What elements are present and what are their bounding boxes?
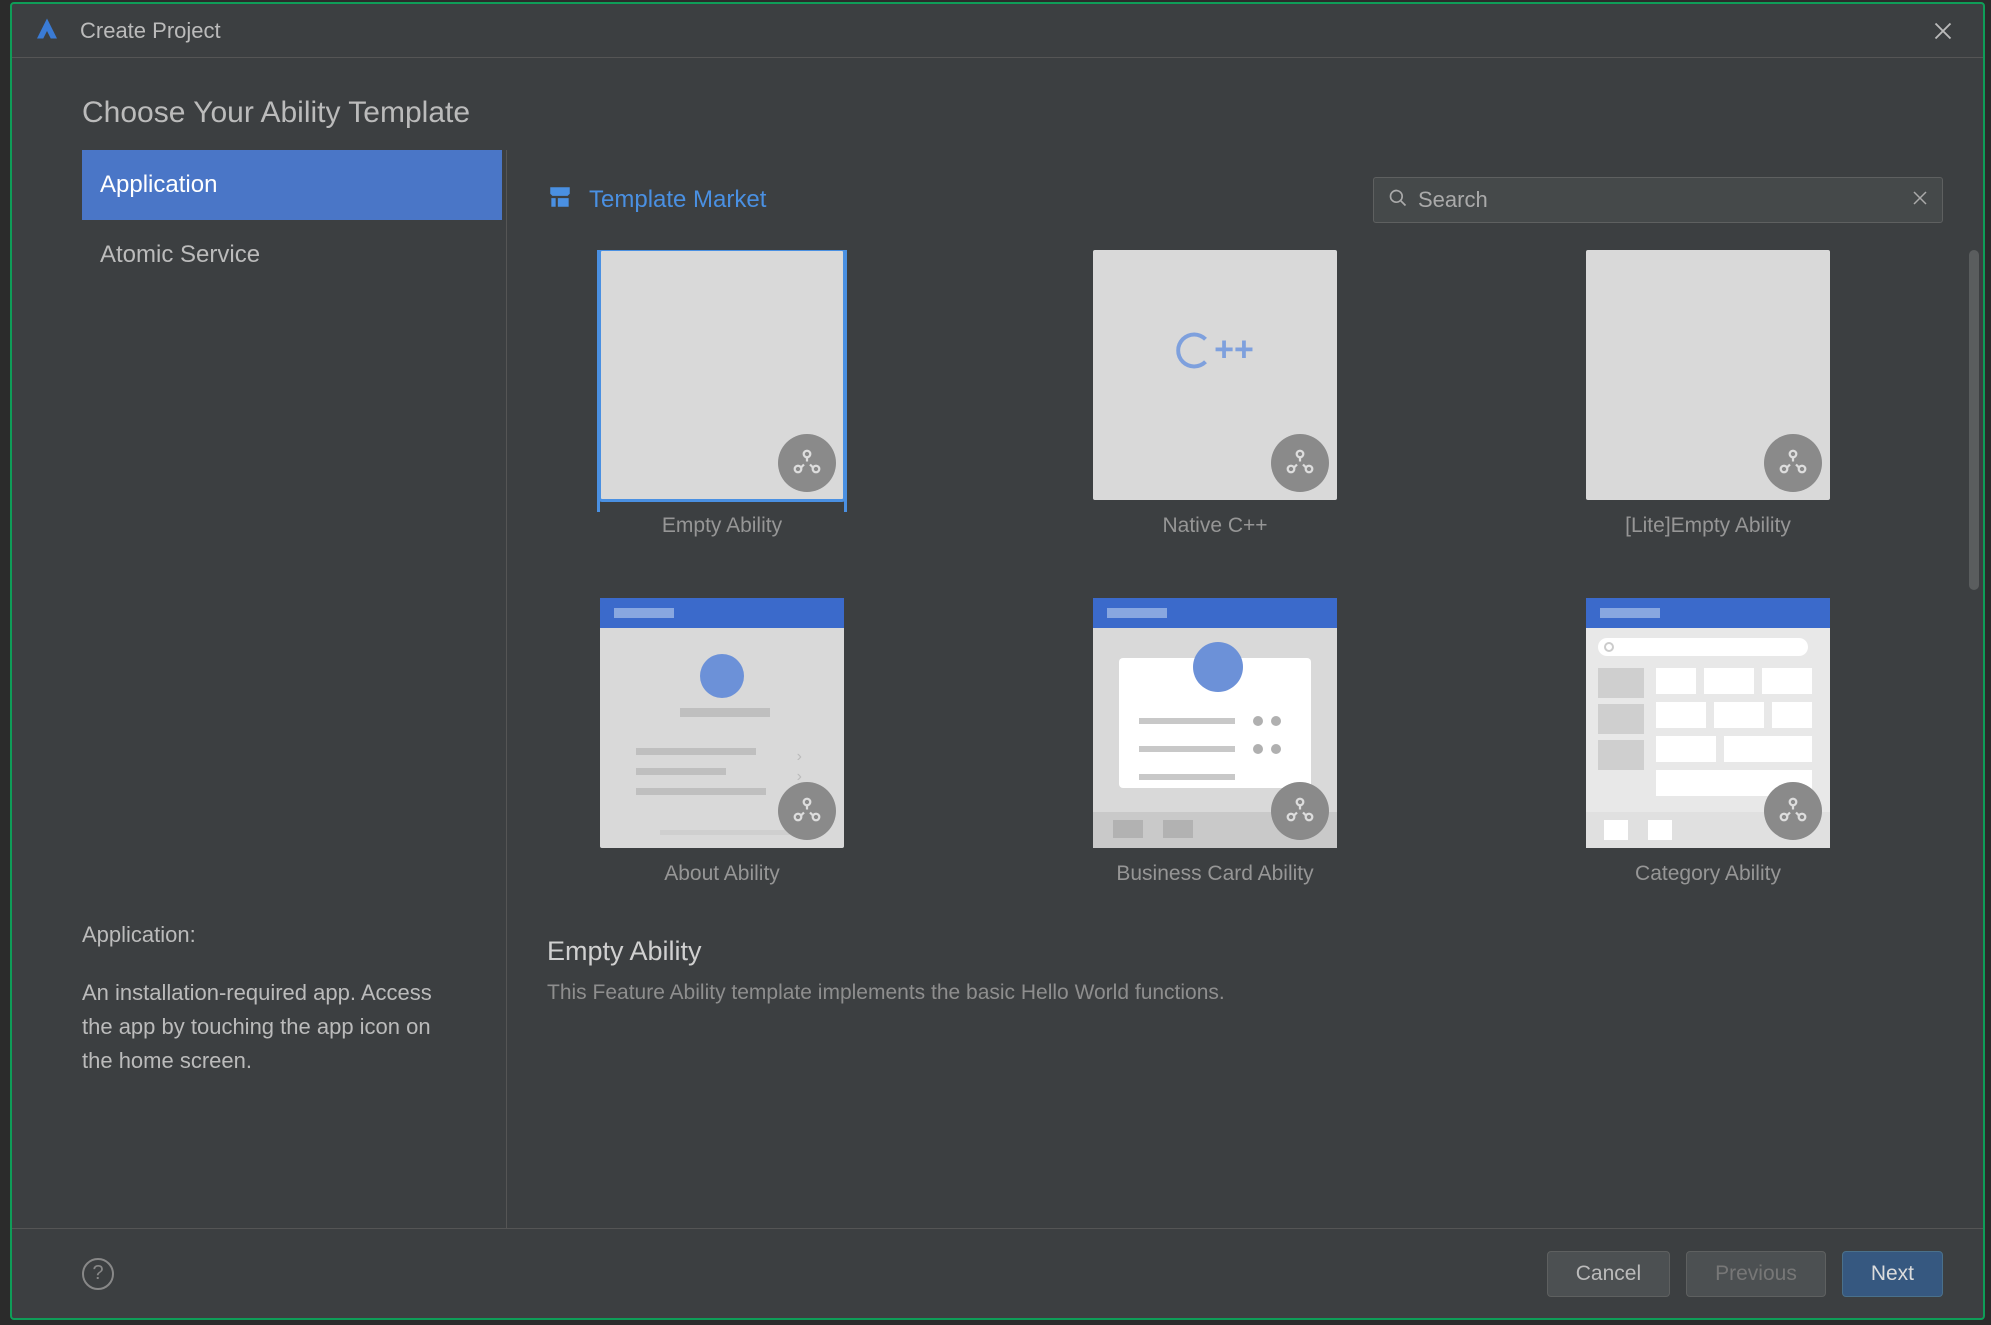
cpp-icon: ++ (1176, 331, 1254, 370)
close-icon[interactable] (1923, 11, 1963, 51)
sidebar-item-atomic-service[interactable]: Atomic Service (82, 220, 502, 290)
template-label: [Lite]Empty Ability (1625, 514, 1791, 538)
content-pane: Template Market (507, 150, 1983, 1228)
sidebar-item-label: Atomic Service (100, 241, 260, 269)
dialog-body: Choose Your Ability Template Application… (12, 58, 1983, 1228)
template-market-label: Template Market (589, 186, 766, 214)
template-thumb: ++ (1093, 250, 1337, 500)
harmony-badge-icon (1764, 782, 1822, 840)
sidebar-items: Application Atomic Service (12, 150, 506, 290)
search-icon (1388, 188, 1408, 213)
main-area: Application Atomic Service Application: … (12, 150, 1983, 1228)
search-input[interactable] (1418, 187, 1902, 213)
harmony-badge-icon (1764, 434, 1822, 492)
template-market-link[interactable]: Template Market (547, 184, 766, 217)
templates-scroll[interactable]: Empty Ability ++ Native C++ (547, 250, 1943, 1228)
next-label: Next (1871, 1262, 1914, 1286)
templates-grid: Empty Ability ++ Native C++ (547, 250, 1943, 916)
next-button[interactable]: Next (1842, 1251, 1943, 1297)
template-thumb (1586, 250, 1830, 500)
detail-description: This Feature Ability template implements… (547, 981, 1943, 1005)
cancel-button[interactable]: Cancel (1547, 1251, 1670, 1297)
app-logo-icon (32, 16, 62, 46)
template-label: Business Card Ability (1116, 862, 1313, 886)
harmony-badge-icon (1271, 782, 1329, 840)
template-thumb: › › › (600, 598, 844, 848)
create-project-dialog: Create Project Choose Your Ability Templ… (10, 2, 1985, 1320)
template-thumb (1586, 598, 1830, 848)
content-topbar: Template Market (547, 170, 1943, 230)
template-card-empty-ability[interactable]: Empty Ability (547, 250, 897, 538)
template-detail: Empty Ability This Feature Ability templ… (547, 916, 1943, 1045)
detail-title: Empty Ability (547, 936, 1943, 967)
template-card-native-cpp[interactable]: ++ Native C++ (1040, 250, 1390, 538)
vertical-scrollbar[interactable] (1969, 250, 1979, 590)
harmony-badge-icon (778, 782, 836, 840)
previous-button[interactable]: Previous (1686, 1251, 1826, 1297)
sidebar: Application Atomic Service Application: … (12, 150, 507, 1228)
template-label: Empty Ability (662, 514, 782, 538)
search-box[interactable] (1373, 177, 1943, 223)
previous-label: Previous (1715, 1262, 1797, 1286)
template-label: Native C++ (1162, 514, 1267, 538)
template-label: Category Ability (1635, 862, 1781, 886)
cancel-label: Cancel (1576, 1262, 1641, 1286)
template-card-business-card-ability[interactable]: Business Card Ability (1040, 598, 1390, 886)
sidebar-desc-body: An installation-required app. Access the… (82, 976, 436, 1078)
market-icon (547, 184, 573, 217)
clear-search-icon[interactable] (1912, 190, 1928, 211)
titlebar: Create Project (12, 4, 1983, 58)
template-card-category-ability[interactable]: Category Ability (1533, 598, 1883, 886)
template-thumb (600, 250, 844, 500)
sidebar-item-application[interactable]: Application (82, 150, 502, 220)
sidebar-item-label: Application (100, 171, 217, 199)
template-label: About Ability (664, 862, 780, 886)
harmony-badge-icon (1271, 434, 1329, 492)
sidebar-desc-title: Application: (82, 922, 436, 948)
template-thumb (1093, 598, 1337, 848)
harmony-badge-icon (778, 434, 836, 492)
help-icon[interactable]: ? (82, 1258, 114, 1290)
sidebar-description: Application: An installation-required ap… (12, 922, 506, 1228)
dialog-footer: ? Cancel Previous Next (12, 1228, 1983, 1318)
window-title: Create Project (80, 18, 1923, 44)
page-heading: Choose Your Ability Template (12, 58, 1983, 150)
template-card-lite-empty-ability[interactable]: [Lite]Empty Ability (1533, 250, 1883, 538)
template-card-about-ability[interactable]: › › › About Ability (547, 598, 897, 886)
